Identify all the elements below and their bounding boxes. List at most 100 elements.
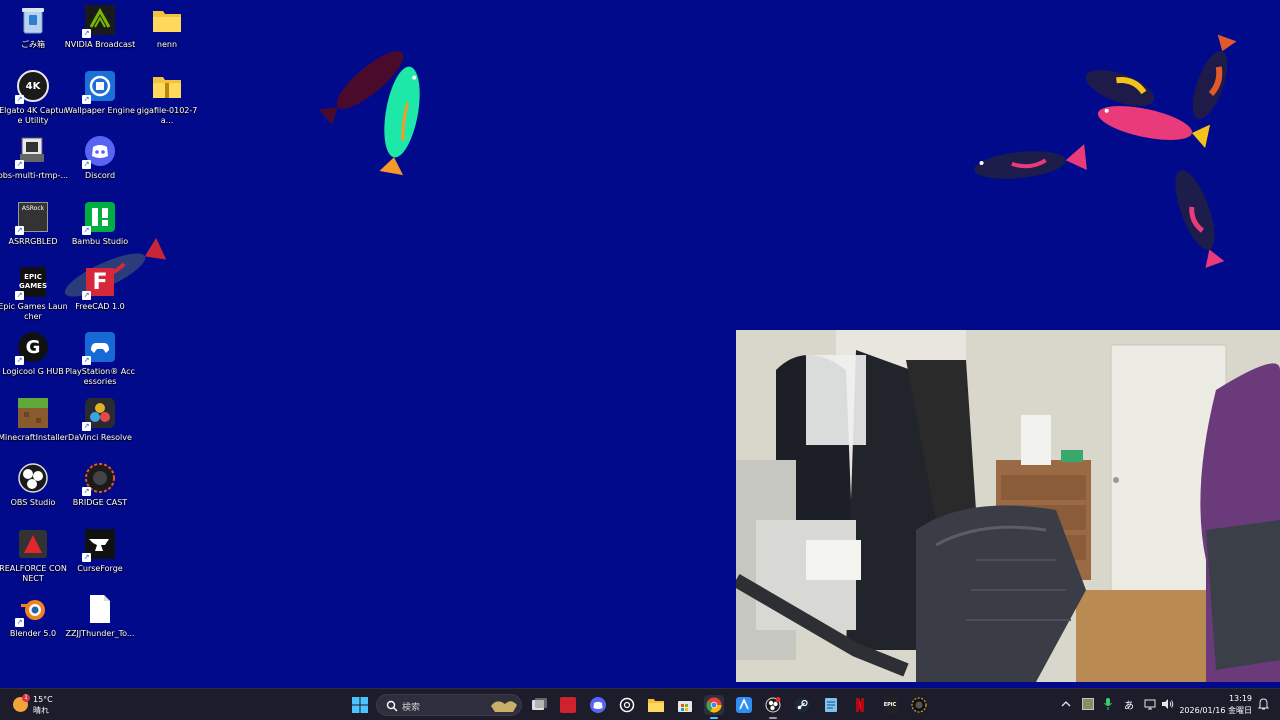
bridge-cast-icon [911, 697, 927, 713]
clock-time: 13:19 [1228, 694, 1252, 703]
desktop-icon-obs-studio[interactable]: OBS Studio [0, 458, 66, 520]
weather-widget[interactable]: 1 15°C 晴れ [10, 692, 80, 718]
microphone-button[interactable] [1101, 697, 1115, 711]
chatgpt-icon [619, 697, 635, 713]
desktop-icon-label: Wallpaper Engine [65, 106, 135, 115]
epic-games-icon: EPIC [883, 697, 897, 713]
desktop-icon-label: BRIDGE CAST [72, 498, 128, 507]
desktop-icon-epic-games[interactable]: EPIC GAMES ↗ Epic Games Launcher [0, 262, 68, 324]
realforce-icon [17, 528, 49, 560]
bridge-cast-icon: ↗ [82, 462, 116, 496]
clock[interactable]: 13:19 2026/01/16 金曜日 [1178, 693, 1254, 717]
desktop-icon-davinci-resolve[interactable]: ↗ DaVinci Resolve [67, 393, 133, 455]
task-view-button[interactable] [529, 695, 549, 715]
network-button[interactable] [1143, 697, 1157, 711]
desktop-icon-discord[interactable]: ↗ Discord [67, 131, 133, 193]
desktop-icon-bridge-cast[interactable]: ↗ BRIDGE CAST [67, 458, 133, 520]
discord-icon [590, 697, 606, 713]
network-icon [1144, 699, 1156, 710]
desktop-icon-nenn[interactable]: nenn [134, 0, 200, 62]
weather-alert-badge: 1 [22, 694, 30, 702]
store-icon [678, 701, 692, 712]
desktop-icon-label: PlayStation® Accessories [65, 367, 135, 386]
chrome-icon [706, 697, 722, 713]
notifications-button[interactable] [1256, 697, 1270, 711]
weather-temperature: 15°C [33, 695, 53, 704]
netflix-icon [856, 698, 864, 712]
desktop-icon-realforce[interactable]: REALFORCE CONNECT [0, 524, 67, 586]
desktop-icon-elgato[interactable]: 4K ↗ Elgato 4K Capture Utility [0, 66, 67, 128]
ime-mode-button[interactable]: あ [1122, 697, 1136, 712]
taskbar-file-explorer[interactable] [646, 695, 666, 715]
folder-icon [151, 4, 183, 36]
taskbar: 1 15°C 晴れ 検索 EPIC あ 13:19 2026/01/16 金曜日 [0, 688, 1280, 720]
show-hidden-icons-button[interactable] [1059, 697, 1073, 711]
search-input[interactable]: 検索 [376, 694, 522, 716]
taskbar-discord[interactable] [588, 695, 608, 715]
clock-date: 2026/01/16 金曜日 [1179, 706, 1252, 715]
desktop-icon-zzjjthunder[interactable]: ZZJJThunder_To... [66, 589, 134, 651]
obs-studio-icon [17, 462, 49, 494]
desktop-icon-asrrgbled[interactable]: ASRock ↗ ASRRGBLED [0, 197, 66, 259]
installer-icon: ↗ [15, 135, 49, 169]
desktop-icon-recycle-bin[interactable]: ごみ箱 [0, 0, 66, 62]
wallpaper-engine-icon: ↗ [82, 70, 116, 104]
obs-icon [765, 697, 781, 713]
desktop-icon-bambu-studio[interactable]: ↗ Bambu Studio [67, 197, 133, 259]
search-placeholder: 検索 [402, 703, 421, 713]
taskbar-store[interactable] [675, 695, 695, 715]
desktop-icon-label: REALFORCE CONNECT [0, 564, 67, 583]
webcam-feed-image [736, 330, 1280, 682]
desktop-icon-nvidia-broadcast[interactable]: ↗ NVIDIA Broadcast [65, 0, 135, 62]
start-button[interactable] [350, 695, 370, 715]
acrobat-icon [560, 697, 576, 713]
desktop-icon-g-hub[interactable]: G ↗ Logicool G HUB [0, 327, 66, 389]
taskbar-chrome[interactable] [704, 695, 724, 715]
taskbar-notepad[interactable] [821, 695, 841, 715]
taskbar-steam[interactable] [792, 695, 812, 715]
asrock-rgb-icon: ASRock ↗ [15, 201, 49, 235]
desktop-icon-freecad[interactable]: F ↗ FreeCAD 1.0 [67, 262, 133, 324]
taskbar-netflix[interactable] [850, 695, 870, 715]
webcam-overlay [736, 330, 1280, 682]
steam-icon [794, 697, 810, 713]
desktop-icon-playstation-accessories[interactable]: ↗ PlayStation® Accessories [65, 327, 135, 389]
desktop-icon-label: FreeCAD 1.0 [75, 302, 125, 311]
davinci-resolve-icon: ↗ [82, 397, 116, 431]
taskbar-obs[interactable] [763, 695, 783, 715]
curseforge-icon: ↗ [82, 528, 116, 562]
nvidia-broadcast-icon: ↗ [82, 4, 116, 38]
recycle-bin-icon [17, 4, 49, 36]
task-view-icon [532, 698, 547, 710]
taskbar-app[interactable] [734, 695, 754, 715]
desktop-icon-curseforge[interactable]: ↗ CurseForge [67, 524, 133, 586]
desktop-icon-label: Logicool G HUB [2, 367, 64, 376]
desktop-icon-label: Blender 5.0 [9, 629, 57, 638]
playstation-accessories-icon: ↗ [82, 331, 116, 365]
microphone-icon [1104, 698, 1112, 710]
running-indicator [710, 717, 718, 719]
ime-indicator: あ [1124, 700, 1134, 712]
volume-button[interactable] [1160, 697, 1174, 711]
desktop-icon-minecraft[interactable]: MinecraftInstaller [0, 393, 68, 455]
search-icon [386, 700, 398, 712]
elgato-4k-icon: 4K ↗ [15, 70, 49, 104]
desktop-icon-blender[interactable]: ↗ Blender 5.0 [0, 589, 66, 651]
taskbar-bridge-cast[interactable] [909, 695, 929, 715]
running-indicator [769, 717, 777, 719]
taskbar-chatgpt[interactable] [617, 695, 637, 715]
chevron-up-icon [1061, 701, 1071, 707]
notepad-icon [825, 698, 837, 712]
taskbar-acrobat[interactable] [558, 695, 578, 715]
freecad-icon: F ↗ [82, 266, 116, 300]
tray-square-icon [1082, 698, 1094, 710]
desktop-icon-obs-multi-rtmp[interactable]: ↗ obs-multi-rtmp-... [0, 131, 68, 193]
desktop-icon-label: ごみ箱 [21, 40, 45, 49]
desktop-icon-label: Bambu Studio [71, 237, 129, 246]
search-highlight-icon [491, 701, 517, 712]
taskbar-epic-games[interactable]: EPIC [880, 695, 900, 715]
tray-app-icon[interactable] [1081, 697, 1095, 711]
desktop-icon-gigafile[interactable]: gigafile-0102-7a... [134, 66, 200, 128]
desktop-icon-wallpaper-engine[interactable]: ↗ Wallpaper Engine [65, 66, 135, 128]
discord-icon: ↗ [82, 135, 116, 169]
